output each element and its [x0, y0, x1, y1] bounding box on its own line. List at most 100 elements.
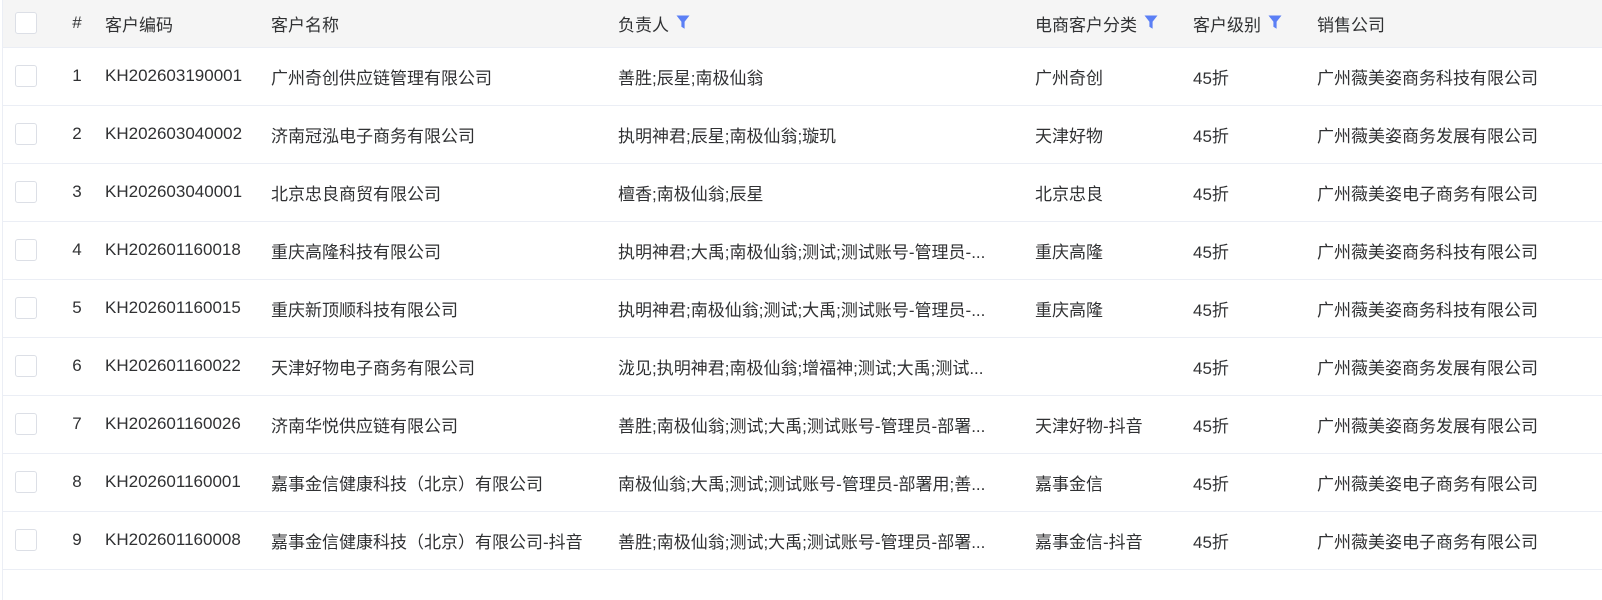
sales-company: 广州薇美姿商务科技有限公司	[1317, 279, 1602, 338]
table-row[interactable]: 2 KH202603040002 济南冠泓电子商务有限公司 执明神君;辰星;南极…	[3, 105, 1602, 164]
customer-level: 45折	[1193, 395, 1317, 454]
header-sales-company[interactable]: 销售公司	[1317, 0, 1602, 48]
customer-name: 济南冠泓电子商务有限公司	[271, 105, 618, 164]
owner: 善胜;辰星;南极仙翁	[618, 68, 764, 88]
filter-icon[interactable]	[676, 15, 690, 30]
table-row[interactable]: 7 KH202601160026 济南华悦供应链有限公司 善胜;南极仙翁;测试;…	[3, 395, 1602, 454]
ecommerce-category	[1035, 337, 1193, 396]
row-index: 3	[49, 163, 105, 222]
header-select-all-cell	[3, 0, 49, 48]
sales-company: 广州薇美姿电子商务有限公司	[1317, 511, 1602, 570]
row-checkbox[interactable]	[15, 123, 37, 145]
row-checkbox[interactable]	[15, 529, 37, 551]
filter-icon[interactable]	[1144, 15, 1158, 30]
row-checkbox[interactable]	[15, 65, 37, 87]
row-select-cell	[3, 511, 49, 570]
customer-level: 45折	[1193, 279, 1317, 338]
owner-cell: 执明神君;大禹;南极仙翁;测试;测试账号-管理员-...	[618, 221, 1035, 280]
sales-company: 广州薇美姿商务科技有限公司	[1317, 47, 1602, 106]
sales-company: 广州薇美姿商务发展有限公司	[1317, 105, 1602, 164]
header-owner[interactable]: 负责人	[618, 11, 669, 36]
owner: 执明神君;大禹;南极仙翁;测试;测试账号-管理员-...	[618, 242, 986, 262]
table-row[interactable]: 6 KH202601160022 天津好物电子商务有限公司 泷见;执明神君;南极…	[3, 337, 1602, 396]
header-row: # 客户编码 客户名称 负责人 电商客户分类 客户级别 销售公司	[3, 0, 1602, 48]
table-row[interactable]: 3 KH202603040001 北京忠良商贸有限公司 檀香;南极仙翁;辰星 北…	[3, 163, 1602, 222]
owner: 执明神君;辰星;南极仙翁;璇玑	[618, 126, 837, 146]
header-category-cell: 电商客户分类	[1035, 0, 1193, 48]
customer-level: 45折	[1193, 221, 1317, 280]
owner-cell: 善胜;辰星;南极仙翁	[618, 47, 1035, 106]
row-select-cell	[3, 47, 49, 106]
ecommerce-category: 天津好物-抖音	[1035, 395, 1193, 454]
header-index: #	[49, 0, 105, 48]
row-checkbox[interactable]	[15, 239, 37, 261]
select-all-checkbox[interactable]	[15, 12, 37, 35]
header-customer-level[interactable]: 客户级别	[1193, 11, 1261, 36]
ecommerce-category: 北京忠良	[1035, 163, 1193, 222]
owner-cell: 善胜;南极仙翁;测试;大禹;测试账号-管理员-部署...	[618, 511, 1035, 570]
ecommerce-category: 重庆高隆	[1035, 279, 1193, 338]
customer-level: 45折	[1193, 163, 1317, 222]
owner-cell: 南极仙翁;大禹;测试;测试账号-管理员-部署用;善...	[618, 453, 1035, 512]
owner: 善胜;南极仙翁;测试;大禹;测试账号-管理员-部署...	[618, 416, 986, 436]
customer-code: KH202601160026	[105, 395, 271, 454]
table-body: 1 KH202603190001 广州奇创供应链管理有限公司 善胜;辰星;南极仙…	[3, 47, 1602, 570]
customer-name: 北京忠良商贸有限公司	[271, 163, 618, 222]
filter-icon[interactable]	[1268, 15, 1282, 30]
ecommerce-category: 重庆高隆	[1035, 221, 1193, 280]
row-index: 4	[49, 221, 105, 280]
customer-code: KH202603040002	[105, 105, 271, 164]
owner: 善胜;南极仙翁;测试;大禹;测试账号-管理员-部署...	[618, 532, 986, 552]
customer-code: KH202601160001	[105, 453, 271, 512]
ecommerce-category: 广州奇创	[1035, 47, 1193, 106]
owner: 檀香;南极仙翁;辰星	[618, 184, 764, 204]
row-index: 7	[49, 395, 105, 454]
customer-name: 重庆高隆科技有限公司	[271, 221, 618, 280]
customer-name: 广州奇创供应链管理有限公司	[271, 47, 618, 106]
row-select-cell	[3, 105, 49, 164]
ecommerce-category: 嘉事金信	[1035, 453, 1193, 512]
customer-code: KH202603190001	[105, 47, 271, 106]
sales-company: 广州薇美姿电子商务有限公司	[1317, 163, 1602, 222]
header-owner-cell: 负责人	[618, 0, 1035, 48]
table-row[interactable]: 1 KH202603190001 广州奇创供应链管理有限公司 善胜;辰星;南极仙…	[3, 47, 1602, 106]
row-checkbox[interactable]	[15, 471, 37, 493]
owner: 执明神君;南极仙翁;测试;大禹;测试账号-管理员-...	[618, 300, 986, 320]
header-customer-name[interactable]: 客户名称	[271, 0, 618, 48]
row-checkbox[interactable]	[15, 297, 37, 319]
customer-name: 嘉事金信健康科技（北京）有限公司-抖音	[271, 511, 618, 570]
row-select-cell	[3, 221, 49, 280]
customer-level: 45折	[1193, 337, 1317, 396]
row-checkbox[interactable]	[15, 181, 37, 203]
sales-company: 广州薇美姿电子商务有限公司	[1317, 453, 1602, 512]
ecommerce-category: 嘉事金信-抖音	[1035, 511, 1193, 570]
row-select-cell	[3, 163, 49, 222]
customer-level: 45折	[1193, 453, 1317, 512]
sales-company: 广州薇美姿商务科技有限公司	[1317, 221, 1602, 280]
table-header: # 客户编码 客户名称 负责人 电商客户分类 客户级别 销售公司	[3, 0, 1602, 48]
owner-cell: 善胜;南极仙翁;测试;大禹;测试账号-管理员-部署...	[618, 395, 1035, 454]
customer-name: 嘉事金信健康科技（北京）有限公司	[271, 453, 618, 512]
row-index: 6	[49, 337, 105, 396]
table-row[interactable]: 9 KH202601160008 嘉事金信健康科技（北京）有限公司-抖音 善胜;…	[3, 511, 1602, 570]
customer-code: KH202601160015	[105, 279, 271, 338]
table-row[interactable]: 8 KH202601160001 嘉事金信健康科技（北京）有限公司 南极仙翁;大…	[3, 453, 1602, 512]
ecommerce-category: 天津好物	[1035, 105, 1193, 164]
owner: 泷见;执明神君;南极仙翁;增福神;测试;大禹;测试...	[618, 358, 984, 378]
customer-name: 重庆新顶顺科技有限公司	[271, 279, 618, 338]
owner: 南极仙翁;大禹;测试;测试账号-管理员-部署用;善...	[618, 474, 986, 494]
table-row[interactable]: 4 KH202601160018 重庆高隆科技有限公司 执明神君;大禹;南极仙翁…	[3, 221, 1602, 280]
customer-level: 45折	[1193, 105, 1317, 164]
customer-table-container: # 客户编码 客户名称 负责人 电商客户分类 客户级别 销售公司 1 KH202…	[2, 0, 1602, 600]
row-checkbox[interactable]	[15, 355, 37, 377]
row-checkbox[interactable]	[15, 413, 37, 435]
customer-code: KH202601160018	[105, 221, 271, 280]
header-customer-code[interactable]: 客户编码	[105, 0, 271, 48]
row-index: 8	[49, 453, 105, 512]
sales-company: 广州薇美姿商务发展有限公司	[1317, 395, 1602, 454]
table-row[interactable]: 5 KH202601160015 重庆新顶顺科技有限公司 执明神君;南极仙翁;测…	[3, 279, 1602, 338]
header-ecommerce-category[interactable]: 电商客户分类	[1035, 11, 1137, 36]
customer-name: 济南华悦供应链有限公司	[271, 395, 618, 454]
customer-level: 45折	[1193, 511, 1317, 570]
customer-code: KH202601160008	[105, 511, 271, 570]
